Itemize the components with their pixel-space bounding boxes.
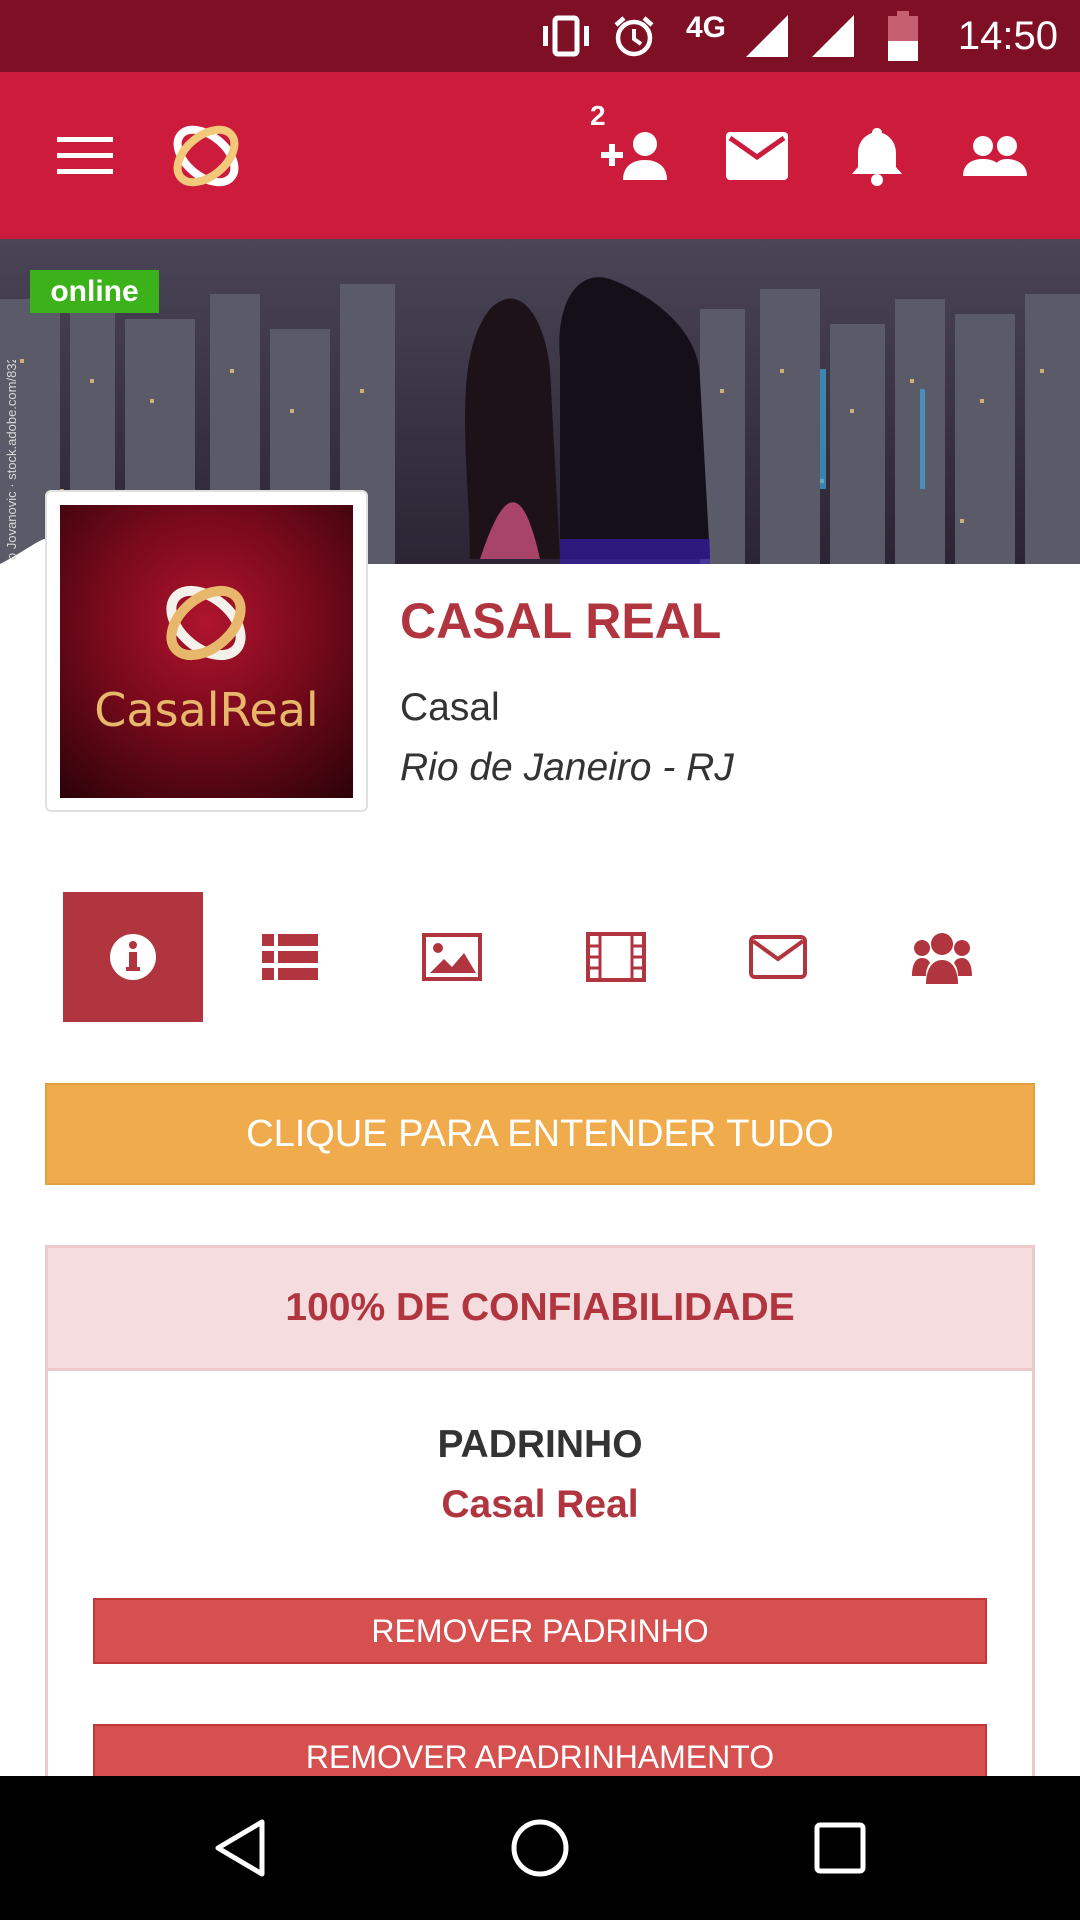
friends-button[interactable]	[950, 72, 1040, 239]
online-badge: online	[30, 270, 159, 313]
trust-panel: 100% DE CONFIABILIDADE PADRINHO Casal Re…	[45, 1245, 1035, 1790]
profile-location: Rio de Janeiro - RJ	[400, 746, 734, 789]
app-logo[interactable]	[160, 72, 252, 239]
menu-button[interactable]	[40, 72, 130, 239]
recents-button[interactable]	[760, 1776, 920, 1920]
padrinho-name[interactable]: Casal Real	[48, 1483, 1032, 1527]
signal-icon	[742, 0, 792, 72]
bell-icon	[852, 127, 902, 186]
padrinho-label: PADRINHO	[437, 1423, 643, 1466]
friend-request-badge: 2	[590, 100, 606, 131]
person-add-icon	[601, 131, 667, 180]
people-icon	[963, 135, 1027, 176]
messages-button[interactable]	[712, 72, 802, 239]
tab-info[interactable]	[63, 892, 203, 1022]
avatar: CasalReal	[60, 505, 353, 798]
clock: 14:50	[957, 13, 1058, 58]
tab-friends[interactable]	[872, 892, 1012, 1022]
film-icon	[586, 932, 646, 982]
trust-title: 100% DE CONFIABILIDADE	[48, 1248, 1032, 1371]
hamburger-icon	[57, 136, 113, 174]
recents-icon	[814, 1822, 866, 1874]
profile-type: Casal	[400, 686, 500, 729]
vibrate-icon	[535, 0, 597, 72]
tab-photos[interactable]	[382, 892, 522, 1022]
group-icon	[912, 933, 972, 984]
alarm-icon	[608, 0, 660, 72]
tab-videos[interactable]	[546, 892, 686, 1022]
rings-logo-icon	[166, 585, 246, 661]
envelope-icon	[749, 935, 807, 979]
profile-avatar-frame[interactable]: CasalReal	[45, 490, 368, 812]
understand-everything-button[interactable]: CLIQUE PARA ENTENDER TUDO	[45, 1083, 1035, 1185]
back-icon	[215, 1819, 265, 1877]
back-button[interactable]	[160, 1776, 320, 1920]
image-icon	[422, 933, 482, 981]
home-button[interactable]	[460, 1776, 620, 1920]
tab-list[interactable]	[220, 892, 360, 1022]
status-bar: 4G 14:50	[0, 0, 1080, 72]
tab-messages[interactable]	[708, 892, 848, 1022]
remove-padrinho-button[interactable]: REMOVER PADRINHO	[93, 1598, 987, 1664]
battery-icon	[882, 0, 924, 72]
signal-icon-2	[808, 0, 858, 72]
friend-requests-button[interactable]	[590, 72, 680, 239]
photo-credit: o Jovanovic · stock.adobe.com/8326	[4, 360, 19, 560]
home-icon	[511, 1819, 569, 1877]
app-bar: 2	[0, 72, 1080, 239]
rings-logo-icon	[173, 125, 239, 186]
profile-name: CASAL REAL	[400, 593, 722, 649]
system-nav-bar	[0, 1776, 1080, 1920]
list-icon	[262, 934, 318, 980]
info-icon	[110, 934, 156, 980]
avatar-logo-text: CasalReal	[94, 683, 319, 737]
mail-icon	[726, 131, 788, 180]
notifications-button[interactable]	[832, 72, 922, 239]
network-type: 4G	[685, 11, 727, 44]
